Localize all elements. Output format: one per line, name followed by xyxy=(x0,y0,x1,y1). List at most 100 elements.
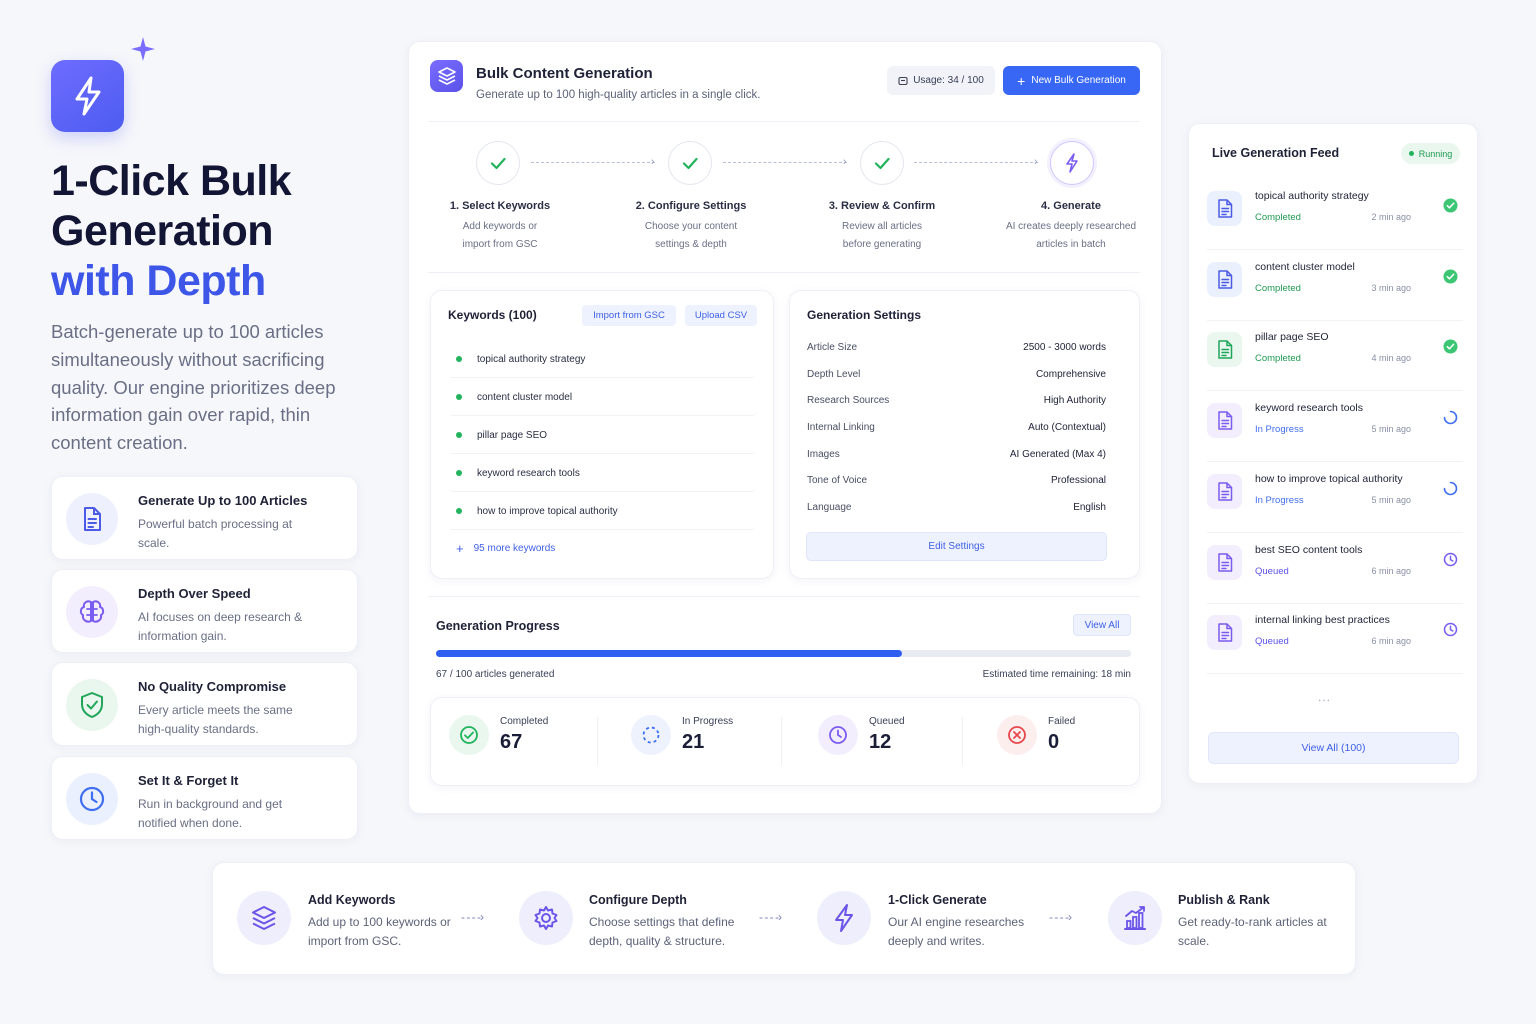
step-desc: Choose your content xyxy=(644,221,738,232)
feed-item-time: 3 min ago xyxy=(1371,282,1411,293)
setting-label: Language xyxy=(807,502,852,513)
more-keywords-link[interactable]: + 95 more keywords xyxy=(456,541,555,556)
document-icon xyxy=(1207,261,1242,297)
feature-title: Set It & Forget It xyxy=(138,773,239,788)
feature-card: Set It & Forget It Run in background and… xyxy=(51,756,358,840)
status-dot xyxy=(1408,151,1414,156)
feed-item[interactable]: how to improve topical authority In Progr… xyxy=(1207,462,1463,533)
brain-icon xyxy=(66,586,118,638)
feed-status-indicator xyxy=(1443,339,1458,354)
feed-item-status: In Progress xyxy=(1255,424,1304,436)
progress-bar xyxy=(436,650,1131,657)
keyword-label: content cluster model xyxy=(477,391,573,403)
status-dot xyxy=(456,432,462,438)
feed-title: Live Generation Feed xyxy=(1212,146,1340,160)
setting-row: Language English xyxy=(807,502,1106,513)
feature-desc: Run in background and get notified when … xyxy=(138,797,283,830)
check-icon xyxy=(682,157,698,170)
layers-icon xyxy=(430,60,463,92)
import-from-gsc-button[interactable]: Import from GSC xyxy=(582,305,676,326)
setting-row: Research Sources High Authority xyxy=(807,395,1106,406)
arrow-right-icon: › xyxy=(843,156,847,168)
setting-value: Comprehensive xyxy=(1035,369,1106,380)
keyword-row: keyword research tools xyxy=(449,455,756,492)
spinner-icon xyxy=(631,715,671,755)
document-icon xyxy=(1207,615,1242,651)
feed-item-status: Queued xyxy=(1255,565,1289,577)
view-all-button[interactable]: View All xyxy=(1073,614,1131,636)
step-desc: import from GSC xyxy=(462,239,538,250)
view-all-feed-button[interactable]: View All (100) xyxy=(1208,732,1459,764)
clock-icon xyxy=(1443,552,1458,566)
feed-item-status: Queued xyxy=(1255,636,1289,648)
setting-value: AI Generated (Max 4) xyxy=(1009,449,1106,460)
feed-item-status: Completed xyxy=(1255,212,1301,223)
feed-item[interactable]: topical authority strategy Completed 2 min… xyxy=(1207,179,1463,250)
stat-value: 0 xyxy=(1048,731,1060,753)
setting-label: Research Sources xyxy=(807,395,890,406)
status-dot xyxy=(456,508,462,514)
divider xyxy=(428,121,1140,122)
stat-queued: Queued 12 xyxy=(818,715,905,755)
arrow-right-icon: › xyxy=(651,156,655,168)
keywords-title: Keywords (100) xyxy=(448,308,537,322)
clock-icon xyxy=(818,715,858,755)
arrow-right-icon: - - - -› xyxy=(1049,910,1072,924)
setting-label: Images xyxy=(807,449,840,460)
panel-title: Bulk Content Generation xyxy=(476,65,653,82)
flow-desc: Choose settings that define depth, quali… xyxy=(589,915,735,948)
feed-item[interactable]: content cluster model Completed 3 min ago xyxy=(1207,250,1463,321)
feed-item[interactable]: keyword research tools In Progress 5 min a… xyxy=(1207,391,1463,463)
feed-item-name: topical authority strategy xyxy=(1255,190,1369,202)
step-desc: before generating xyxy=(842,239,922,250)
divider xyxy=(597,717,598,765)
check-circle-icon xyxy=(1443,198,1458,213)
stat-value: 21 xyxy=(682,731,705,753)
feed-item-time: 5 min ago xyxy=(1371,494,1411,505)
feed-item-name: best SEO content tools xyxy=(1255,543,1363,556)
new-bulk-generation-button[interactable]: + New Bulk Generation xyxy=(1003,66,1140,95)
progress-title: Generation Progress xyxy=(436,619,560,633)
clock-icon xyxy=(1443,622,1458,637)
hero-title-line1: 1-Click Bulk xyxy=(51,157,292,205)
document-icon xyxy=(1207,473,1242,509)
feature-card: Depth Over Speed AI focuses on deep rese… xyxy=(51,569,358,653)
feature-card: No Quality Compromise Every article meet… xyxy=(51,662,358,746)
keyword-row: topical authority strategy xyxy=(449,341,756,378)
stat-label: Failed xyxy=(1048,716,1076,727)
feed-item[interactable]: best SEO content tools Queued 6 min ago xyxy=(1207,533,1463,604)
check-circle-icon xyxy=(1443,339,1458,354)
feed-item[interactable]: pillar page SEO Completed 4 min ago xyxy=(1207,320,1463,392)
hero-title: 1-Click Bulk Generation with Depth xyxy=(51,156,381,306)
document-icon xyxy=(66,493,118,545)
setting-label: Depth Level xyxy=(807,369,861,380)
edit-settings-button[interactable]: Edit Settings xyxy=(806,532,1107,561)
status-text: Running xyxy=(1418,148,1453,159)
divider xyxy=(962,717,963,765)
keyword-label: topical authority strategy xyxy=(477,353,586,365)
feed-item-time: 2 min ago xyxy=(1371,212,1411,222)
document-icon xyxy=(1207,544,1242,580)
check-circle-icon xyxy=(1443,269,1458,284)
flow-desc: Get ready-to-rank articles at scale. xyxy=(1178,915,1327,948)
feature-desc: AI focuses on deep research & informatio… xyxy=(138,610,303,643)
step-connector xyxy=(723,162,847,163)
feed-status-indicator xyxy=(1443,622,1458,637)
step-title: 3. Review & Confirm xyxy=(828,200,936,212)
check-icon xyxy=(490,157,506,170)
feed-item-time: 6 min ago xyxy=(1371,636,1411,647)
feed-item[interactable]: internal linking best practices Queued 6 m… xyxy=(1207,603,1463,675)
spinner-icon xyxy=(1443,410,1458,425)
more-indicator: ... xyxy=(1318,690,1332,704)
feature-card: Generate Up to 100 Articles Powerful bat… xyxy=(51,476,358,560)
feed-item-name: content cluster model xyxy=(1255,260,1355,273)
upload-csv-button[interactable]: Upload CSV xyxy=(685,305,757,326)
document-icon xyxy=(1207,403,1242,439)
status-dot xyxy=(456,394,462,400)
chart-up-icon xyxy=(1108,891,1162,945)
sparkle-icon xyxy=(130,36,156,62)
feed-status-indicator xyxy=(1443,198,1458,213)
flow-title: Add Keywords xyxy=(308,893,396,907)
hero-title-accent: with Depth xyxy=(51,257,266,305)
keyword-row: pillar page SEO xyxy=(449,417,756,454)
